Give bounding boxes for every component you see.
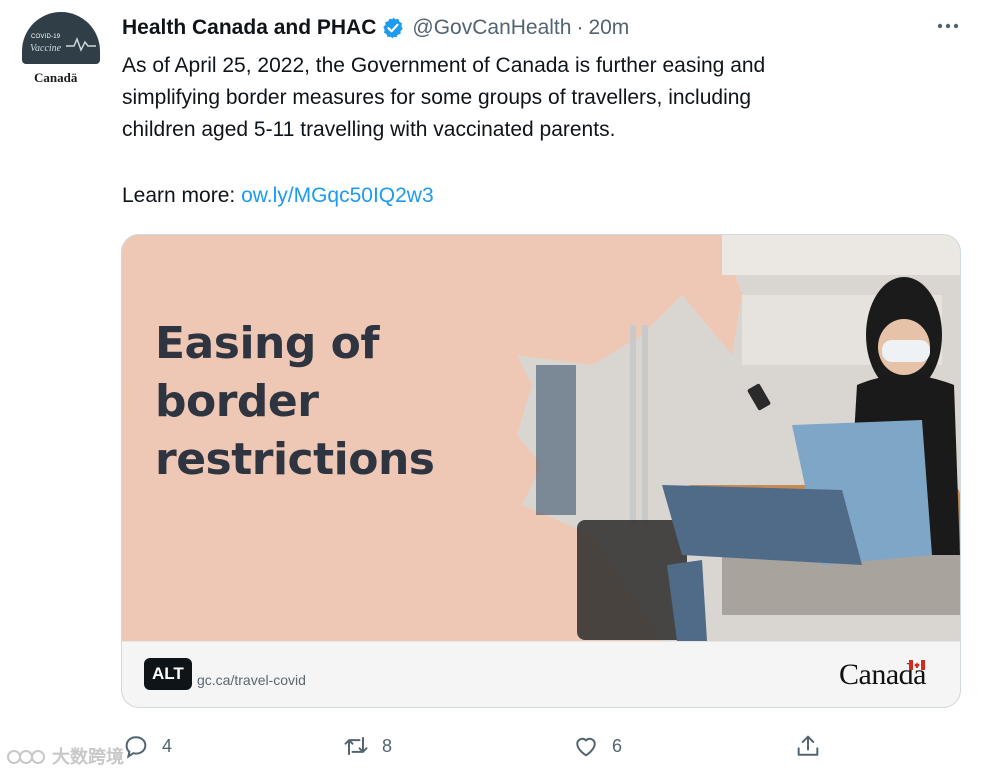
like-count: 6	[612, 735, 623, 756]
tweet-text-line: As of April 25, 2022, the Government of …	[122, 54, 766, 77]
learn-more-link[interactable]: ow.ly/MGqc50IQ2w3	[241, 184, 434, 207]
avatar-pulse-icon	[66, 36, 96, 52]
watermark-text: 大数跨境	[52, 747, 124, 767]
media-card[interactable]: Easing of border restrictions ALT gc.ca/…	[121, 234, 961, 708]
canada-flag-icon	[909, 660, 925, 670]
learn-more-label: Learn more:	[122, 184, 236, 207]
heart-icon[interactable]	[572, 732, 600, 760]
tweet-text-line: simplifying border measures for some gro…	[122, 86, 752, 109]
verified-badge-icon	[383, 17, 404, 39]
avatar-badge-line2: Vaccine	[30, 43, 62, 54]
author-handle[interactable]: @GovCanHealth	[412, 16, 571, 40]
avatar-badge-line1: COVID-19	[31, 34, 61, 40]
alt-text-button[interactable]: ALT	[144, 658, 192, 690]
headline-line: restrictions	[155, 434, 435, 485]
card-footer: ALT gc.ca/travel-covid Canadä	[122, 641, 960, 707]
watermark-logo-icon	[7, 750, 45, 764]
card-url: gc.ca/travel-covid	[197, 672, 306, 688]
learn-more: Learn more: ow.ly/MGqc50IQ2w3	[122, 180, 434, 212]
reply-count: 4	[162, 735, 173, 756]
tweet-timestamp[interactable]: 20m	[588, 16, 629, 40]
retweet-action[interactable]: 8	[342, 728, 392, 764]
reply-action[interactable]: 4	[122, 728, 172, 764]
avatar-badge: COVID-19 Vaccine	[22, 12, 100, 64]
author-name[interactable]: Health Canada and PHAC	[122, 16, 376, 40]
more-options-icon[interactable]	[934, 16, 962, 36]
watermark: 大数跨境	[6, 744, 124, 768]
card-headline: Easing of border restrictions	[155, 315, 435, 489]
retweet-icon[interactable]	[342, 732, 370, 760]
share-icon[interactable]	[794, 732, 822, 760]
tweet-text-line: children aged 5-11 travelling with vacci…	[122, 118, 616, 141]
headline-line: Easing of	[155, 318, 380, 369]
headline-line: border	[155, 376, 319, 427]
share-action[interactable]	[794, 728, 822, 764]
tweet-actions: 4 8 6	[122, 728, 842, 764]
like-action[interactable]: 6	[572, 728, 622, 764]
header-separator: ·	[576, 16, 584, 39]
tweet-header: Health Canada and PHAC @GovCanHealth · 2…	[122, 14, 629, 42]
profile-avatar[interactable]: COVID-19 Vaccine Canadä	[22, 12, 102, 85]
retweet-count: 8	[382, 735, 393, 756]
avatar-wordmark: Canadä	[34, 70, 78, 85]
reply-icon[interactable]	[122, 732, 150, 760]
tweet-body: As of April 25, 2022, the Government of …	[122, 50, 942, 146]
